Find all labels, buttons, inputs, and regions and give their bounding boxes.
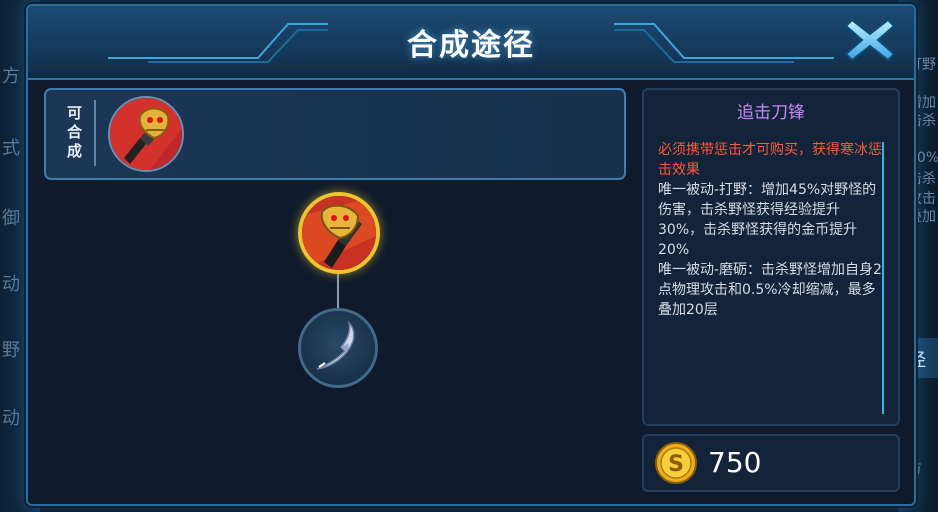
item-passive-2: 唯一被动-磨砺：击杀野怪增加自身2点物理攻击和0.5%冷却缩减，最多叠加20层 [658, 262, 882, 318]
title-bar: 合成途径 [28, 6, 914, 80]
craftable-item-icon[interactable] [108, 96, 184, 172]
svg-text:S: S [668, 452, 684, 477]
craftable-row: 可合成 [44, 88, 626, 180]
item-description-panel: 追击刀锋 必须携带惩击才可购买，获得寒冰惩击效果 唯一被动-打野：增加45%对野… [642, 88, 900, 426]
item-price: 750 [708, 446, 762, 479]
item-requirement: 必须携带惩击才可购买，获得寒冰惩击效果 [658, 142, 882, 178]
close-button[interactable] [838, 8, 902, 68]
dialog-title: 合成途径 [407, 28, 535, 63]
curved-scythe-blade-icon [316, 320, 355, 370]
craftable-label-text: 可合成 [65, 104, 83, 162]
item-price-panel: S 750 [642, 434, 900, 492]
recipe-root-item[interactable] [298, 192, 380, 274]
item-name: 追击刀锋 [737, 103, 805, 123]
golden-mask-blade-icon [110, 98, 182, 170]
item-passive-1: 唯一被动-打野：增加45%对野怪的伤害，击杀野怪获得经验提升30%，击杀野怪获得… [658, 182, 877, 258]
craft-path-dialog: 合成途径 可合成 追击刀锋 必须携带惩击才可购买，获得寒冰惩击效果 唯一被动-打… [26, 4, 916, 506]
golden-mask-blade-icon [302, 196, 376, 270]
craftable-label: 可合成 [54, 100, 96, 166]
description-scrollbar[interactable] [882, 142, 884, 414]
close-x-icon [844, 18, 896, 62]
item-description: 必须携带惩击才可购买，获得寒冰惩击效果 唯一被动-打野：增加45%对野怪的伤害，… [658, 140, 884, 320]
gold-coin-icon: S [655, 442, 697, 484]
recipe-component-item[interactable] [298, 308, 378, 388]
